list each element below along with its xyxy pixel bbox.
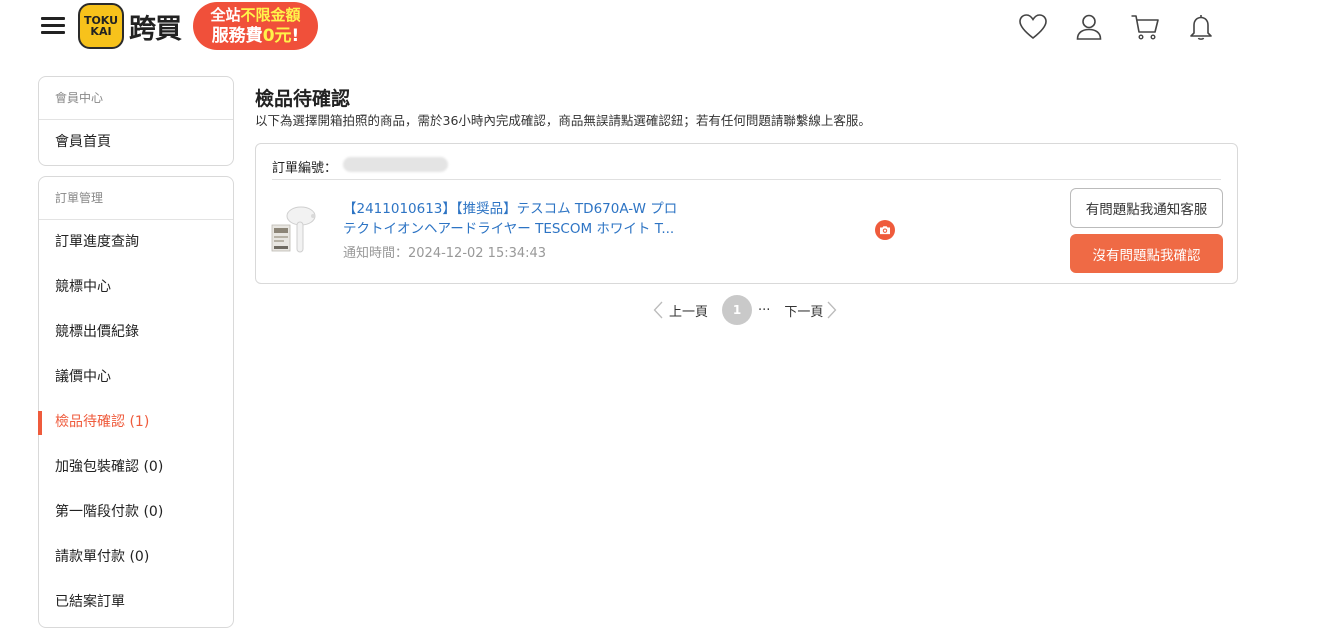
sidebar-item-invoice-payment[interactable]: 請款單付款 (0) — [39, 535, 233, 580]
product-name-link[interactable]: 【2411010613】【推奨品】テスコム TD670A-W プロ テクトイオン… — [343, 199, 703, 239]
prev-page-label: 上一頁 — [669, 304, 709, 320]
top-header: TOKU KAI 跨買 全站不限金額 服務費0元! — [0, 0, 1344, 56]
product-name-line: 【2411010613】【推奨品】テスコム TD670A-W プロ — [343, 201, 678, 217]
divider — [272, 179, 1221, 180]
order-number-redacted — [343, 157, 448, 172]
product-thumbnail[interactable] — [270, 203, 318, 259]
promo-text: 服務費 — [211, 26, 263, 46]
sidebar-item-negotiation-center[interactable]: 議價中心 — [39, 355, 233, 400]
next-page-button[interactable]: 下一頁 — [784, 301, 837, 320]
member-center-card: 會員中心 會員首頁 — [38, 76, 234, 166]
page-number-1[interactable]: 1 — [722, 295, 753, 325]
sidebar-item-closed-orders[interactable]: 已結案訂單 — [39, 580, 233, 625]
heart-icon[interactable] — [1016, 12, 1050, 42]
notify-support-button[interactable]: 有問題點我通知客服 — [1070, 188, 1223, 228]
promo-banner[interactable]: 全站不限金額 服務費0元! — [193, 2, 318, 50]
sidebar-item-member-home[interactable]: 會員首頁 — [39, 120, 233, 165]
logo-badge-bottom: KAI — [90, 25, 112, 38]
member-center-heading: 會員中心 — [39, 77, 233, 120]
product-name-line: テクトイオンヘアードライヤー TESCOM ホワイト T... — [343, 221, 675, 237]
notify-time: 通知時間：2024-12-02 15:34:43 — [343, 246, 547, 261]
sidebar-item-first-payment[interactable]: 第一階段付款 (0) — [39, 490, 233, 535]
page-description: 以下為選擇開箱拍照的商品，需於36小時內完成確認，商品無誤請點選確認鈕；若有任何… — [255, 113, 871, 128]
promo-highlight: 0元 — [262, 26, 292, 46]
chevron-left-icon — [653, 301, 663, 319]
confirm-ok-button[interactable]: 沒有問題點我確認 — [1070, 234, 1223, 273]
camera-icon[interactable] — [875, 220, 895, 240]
cart-icon[interactable] — [1128, 12, 1162, 42]
pagination: 上一頁 1 ··· 下一頁 — [653, 295, 837, 325]
sidebar-item-bidding-center[interactable]: 競標中心 — [39, 265, 233, 310]
sidebar-item-order-progress[interactable]: 訂單進度查詢 — [39, 220, 233, 265]
next-page-label: 下一頁 — [784, 304, 824, 320]
order-management-card: 訂單管理 訂單進度查詢 競標中心 競標出價紀錄 議價中心 檢品待確認 (1) 加… — [38, 176, 234, 628]
prev-page-button[interactable]: 上一頁 — [653, 301, 708, 320]
order-management-heading: 訂單管理 — [39, 177, 233, 220]
chevron-right-icon — [827, 301, 837, 319]
sidebar-item-inspection-pending[interactable]: 檢品待確認 (1) — [38, 400, 233, 445]
page-title: 檢品待確認 — [255, 88, 351, 110]
site-logo[interactable]: TOKU KAI 跨買 — [78, 2, 190, 50]
order-card: 訂單編號： 【2411010613】【推奨品】テスコム TD670A-W プロ … — [255, 143, 1238, 284]
sidebar-item-bid-history[interactable]: 競標出價紀錄 — [39, 310, 233, 355]
pagination-ellipsis: ··· — [758, 302, 771, 318]
promo-highlight: 不限金額 — [240, 6, 301, 24]
logo-text: 跨買 — [129, 13, 182, 45]
order-number-label: 訂單編號： — [272, 161, 338, 176]
promo-text: ! — [291, 26, 300, 46]
user-icon[interactable] — [1072, 12, 1106, 42]
menu-icon[interactable] — [41, 17, 65, 35]
logo-badge: TOKU KAI — [78, 3, 124, 49]
promo-text: 全站 — [210, 6, 241, 24]
bell-icon[interactable] — [1184, 12, 1218, 42]
sidebar-item-packaging-confirm[interactable]: 加強包裝確認 (0) — [39, 445, 233, 490]
header-actions — [1016, 12, 1240, 42]
